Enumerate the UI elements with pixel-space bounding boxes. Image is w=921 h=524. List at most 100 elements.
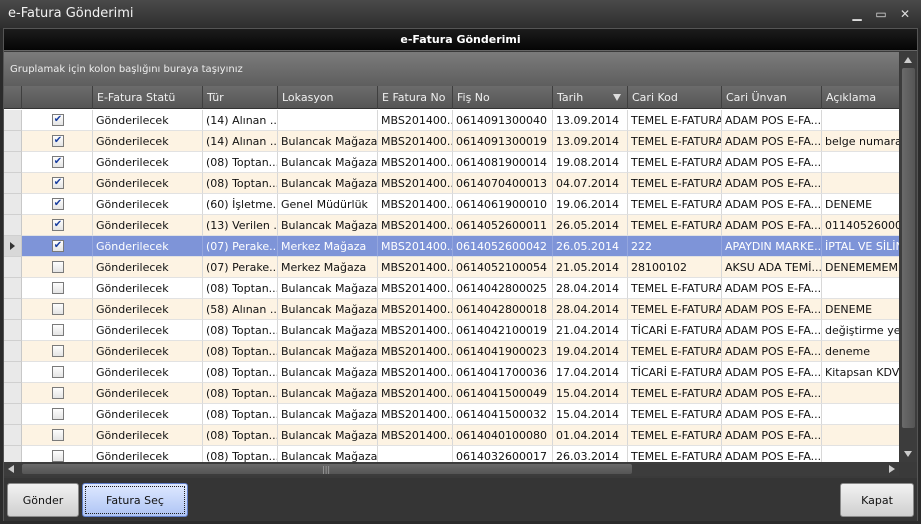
cell-aciklama [822, 152, 899, 173]
row-indicator[interactable] [4, 257, 22, 278]
column-header-tur[interactable]: Tür [203, 86, 278, 109]
close-icon[interactable]: ✕ [895, 6, 915, 22]
row-checkbox[interactable] [52, 387, 64, 399]
row-indicator[interactable] [4, 299, 22, 320]
row-indicator[interactable] [4, 320, 22, 341]
close-button[interactable]: Kapat [840, 483, 914, 517]
cell-efatura-no [378, 446, 453, 462]
table-row[interactable]: ✔ Gönderilecek (60) İşletme... Genel Müdürl… [4, 194, 899, 215]
vertical-scroll-thumb[interactable] [902, 68, 915, 428]
row-checkbox[interactable] [52, 450, 64, 462]
row-indicator[interactable] [4, 341, 22, 362]
row-checkbox[interactable]: ✔ [52, 198, 64, 210]
table-row[interactable]: ✔ Gönderilecek (08) Toptan... Bulancak Mağa… [4, 152, 899, 173]
table-row[interactable]: ✔ Gönderilecek (07) Perake... Merkez Mağaza… [4, 236, 899, 257]
table-row[interactable]: Gönderilecek (08) Toptan... Bulancak Mağaz… [4, 425, 899, 446]
row-checkbox[interactable] [52, 345, 64, 357]
column-header-cari-unvan[interactable]: Cari Ünvan [722, 86, 822, 109]
row-indicator[interactable] [4, 425, 22, 446]
cell-tarih: 19.08.2014 [553, 152, 628, 173]
cell-cari-kod: TİCARİ E-FATURA [628, 320, 722, 341]
table-row[interactable]: ✔ Gönderilecek (14) Alınan ... Bulancak Mağ… [4, 131, 899, 152]
cell-efatura-no: MBS201400... [378, 173, 453, 194]
column-header-aciklama[interactable]: Açıklama [822, 86, 899, 109]
header-indicator [4, 86, 22, 109]
row-checkbox[interactable]: ✔ [52, 240, 64, 252]
row-indicator[interactable] [4, 404, 22, 425]
row-checkbox[interactable] [52, 282, 64, 294]
row-checkbox[interactable]: ✔ [52, 114, 64, 126]
table-row[interactable]: ✔ Gönderilecek (14) Alınan ... MBS201400...… [4, 110, 899, 131]
table-row[interactable]: Gönderilecek (08) Toptan... Bulancak Mağaz… [4, 320, 899, 341]
row-checkbox[interactable]: ✔ [52, 135, 64, 147]
cell-check [22, 446, 93, 462]
table-row[interactable]: ✔ Gönderilecek (08) Toptan... Bulancak Mağa… [4, 173, 899, 194]
scroll-left-icon[interactable] [8, 465, 14, 473]
horizontal-scrollbar[interactable]: ||| [4, 462, 899, 476]
table-row[interactable]: Gönderilecek (07) Perake... Merkez Mağaza M… [4, 257, 899, 278]
row-checkbox[interactable] [52, 324, 64, 336]
cell-fis-no: 0614070400013 [453, 173, 553, 194]
cell-lokasyon: Bulancak Mağaza [278, 173, 378, 194]
cell-tarih: 04.07.2014 [553, 173, 628, 194]
row-checkbox[interactable] [52, 261, 64, 273]
column-header-check[interactable] [22, 86, 93, 109]
table-row[interactable]: Gönderilecek (08) Toptan... Bulancak Mağaz… [4, 341, 899, 362]
row-checkbox[interactable] [52, 303, 64, 315]
column-header-statu[interactable]: E-Fatura Statü [93, 86, 203, 109]
invoice-grid[interactable]: E-Fatura Statü Tür Lokasyon E Fatura No Fiş … [4, 86, 899, 462]
select-invoice-button[interactable]: Fatura Seç [82, 483, 188, 517]
table-row[interactable]: Gönderilecek (08) Toptan... Bulancak Mağaz… [4, 404, 899, 425]
row-checkbox[interactable] [52, 366, 64, 378]
row-indicator[interactable] [4, 152, 22, 173]
cell-tarih: 19.06.2014 [553, 194, 628, 215]
cell-tur: (14) Alınan ... [203, 131, 278, 152]
cell-check [22, 404, 93, 425]
vertical-scrollbar[interactable] [900, 52, 917, 462]
scroll-up-icon[interactable] [904, 57, 912, 63]
row-checkbox[interactable]: ✔ [52, 156, 64, 168]
row-indicator[interactable] [4, 278, 22, 299]
row-indicator[interactable] [4, 110, 22, 131]
column-header-cari-kod[interactable]: Cari Kod [628, 86, 722, 109]
table-row[interactable]: Gönderilecek (08) Toptan... Bulancak Mağaz… [4, 446, 899, 462]
group-by-area[interactable]: Gruplamak için kolon başlığını buraya ta… [4, 52, 899, 86]
row-checkbox[interactable]: ✔ [52, 177, 64, 189]
column-header-fis-no[interactable]: Fiş No [453, 86, 553, 109]
row-checkbox[interactable]: ✔ [52, 219, 64, 231]
row-indicator[interactable] [4, 383, 22, 404]
cell-cari-kod: TEMEL E-FATURA [628, 110, 722, 131]
cell-cari-unvan: ADAM POS E-FA... [722, 299, 822, 320]
row-indicator[interactable] [4, 362, 22, 383]
maximize-icon[interactable]: ▭ [871, 6, 891, 22]
column-header-lokasyon[interactable]: Lokasyon [278, 86, 378, 109]
row-indicator[interactable] [4, 215, 22, 236]
table-row[interactable]: Gönderilecek (08) Toptan... Bulancak Mağaz… [4, 383, 899, 404]
cell-statu: Gönderilecek [93, 404, 203, 425]
column-header-efatura-no[interactable]: E Fatura No [378, 86, 453, 109]
row-checkbox[interactable] [52, 408, 64, 420]
cell-aciklama: belge numaralı f [822, 131, 899, 152]
cell-aciklama [822, 404, 899, 425]
row-indicator[interactable] [4, 194, 22, 215]
row-indicator[interactable] [4, 173, 22, 194]
row-checkbox[interactable] [52, 429, 64, 441]
cell-efatura-no: MBS201400... [378, 215, 453, 236]
cell-statu: Gönderilecek [93, 215, 203, 236]
row-indicator[interactable] [4, 446, 22, 462]
minimize-icon[interactable]: ▁ [847, 6, 867, 22]
scroll-down-icon[interactable] [904, 451, 912, 457]
cell-cari-unvan: ADAM POS E-FA... [722, 131, 822, 152]
table-row[interactable]: Gönderilecek (08) Toptan... Bulancak Mağaz… [4, 278, 899, 299]
send-button[interactable]: Gönder [7, 483, 79, 517]
column-header-tarih[interactable]: Tarih [553, 86, 628, 109]
table-row[interactable]: ✔ Gönderilecek (13) Verilen ... Bulancak Ma… [4, 215, 899, 236]
row-indicator[interactable] [4, 236, 22, 257]
row-indicator[interactable] [4, 131, 22, 152]
cell-aciklama: DENEME [822, 194, 899, 215]
table-row[interactable]: Gönderilecek (58) Alınan ... Bulancak Mağa… [4, 299, 899, 320]
scroll-right-icon[interactable] [889, 465, 895, 473]
cell-fis-no: 0614052100054 [453, 257, 553, 278]
table-row[interactable]: Gönderilecek (08) Toptan... Bulancak Mağaz… [4, 362, 899, 383]
cell-cari-kod: 28100102 [628, 257, 722, 278]
